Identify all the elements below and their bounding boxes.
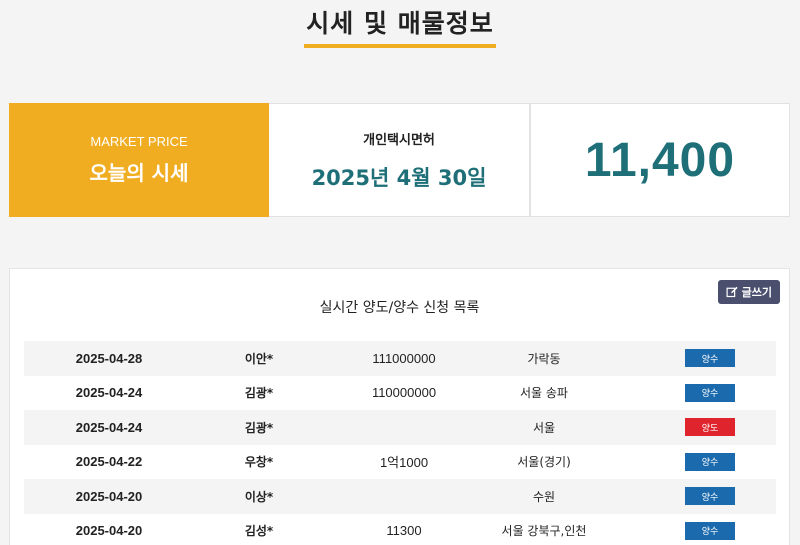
row-type-cell: 양수 — [604, 383, 776, 402]
market-price-label: MARKET PRICE — [90, 134, 188, 149]
price-value: 11,400 — [584, 133, 736, 187]
row-price: 1억1000 — [379, 455, 429, 471]
list-row[interactable]: 2025-04-24 김광* 서울 양도 — [24, 410, 776, 445]
row-name: 이안* — [244, 351, 274, 366]
page-title: 시세 및 매물정보 — [304, 4, 496, 48]
row-date: 2025-04-20 — [75, 523, 143, 539]
type-badge: 양도 — [685, 418, 735, 437]
list-title: 실시간 양도/양수 신청 목록 — [319, 300, 480, 316]
row-price: 110000000 — [371, 385, 437, 401]
row-type-cell: 양도 — [604, 418, 776, 437]
list-row[interactable]: 2025-04-20 이상* 수원 양수 — [24, 479, 776, 514]
row-date: 2025-04-24 — [75, 385, 143, 401]
type-badge: 양수 — [685, 383, 735, 402]
price-value-box: 11,400 — [530, 103, 790, 217]
row-name: 김광* — [244, 386, 274, 401]
row-name: 우창* — [244, 455, 274, 470]
row-type-cell: 양수 — [604, 521, 776, 540]
row-name: 김성* — [244, 524, 274, 539]
row-region: 수원 — [532, 489, 556, 504]
price-date: 2025년 4월 30일 — [311, 165, 487, 190]
type-badge: 양수 — [685, 487, 735, 506]
row-type-cell: 양수 — [604, 349, 776, 368]
row-region: 서울 강북구,인천 — [501, 524, 587, 539]
row-date: 2025-04-22 — [75, 454, 143, 470]
list-row[interactable]: 2025-04-20 김성* 11300 서울 강북구,인천 양수 — [24, 514, 776, 545]
row-type-cell: 양수 — [604, 452, 776, 471]
type-badge: 양수 — [685, 452, 735, 471]
market-price-row: MARKET PRICE 오늘의 시세 개인택시면허 2025년 4월 30일 … — [9, 103, 790, 217]
transfer-list-panel: 글쓰기 실시간 양도/양수 신청 목록 2025-04-28 이안* 1110000… — [9, 268, 790, 545]
list-row[interactable]: 2025-04-24 김광* 110000000 서울 송파 양수 — [24, 376, 776, 411]
market-price-box: MARKET PRICE 오늘의 시세 — [9, 103, 269, 217]
row-price: 111000000 — [372, 350, 436, 366]
page-title-wrap: 시세 및 매물정보 — [0, 4, 800, 48]
row-name: 이상* — [244, 489, 274, 504]
row-region: 서울(경기) — [517, 455, 571, 470]
type-badge: 양수 — [685, 349, 735, 368]
list-row[interactable]: 2025-04-22 우창* 1억1000 서울(경기) 양수 — [24, 445, 776, 480]
today-price-title: 오늘의 시세 — [89, 161, 189, 185]
row-type-cell: 양수 — [604, 487, 776, 506]
row-region: 서울 송파 — [520, 386, 568, 401]
license-label: 개인택시면허 — [363, 132, 435, 148]
row-price: 11300 — [386, 523, 422, 539]
row-date: 2025-04-24 — [75, 419, 143, 435]
list-row[interactable]: 2025-04-28 이안* 111000000 가락동 양수 — [24, 341, 776, 376]
row-region: 서울 — [532, 420, 556, 435]
row-region: 가락동 — [527, 351, 561, 366]
transfer-list: 2025-04-28 이안* 111000000 가락동 양수 2025-04-24 김광*… — [24, 341, 776, 545]
row-name: 김광* — [244, 420, 274, 435]
row-date: 2025-04-28 — [75, 350, 143, 366]
row-date: 2025-04-20 — [75, 488, 143, 504]
price-date-box: 개인택시면허 2025년 4월 30일 — [269, 103, 530, 217]
type-badge: 양수 — [685, 521, 735, 540]
